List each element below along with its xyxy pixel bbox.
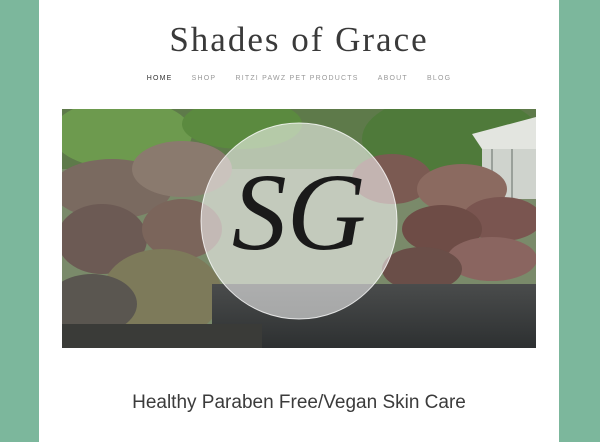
nav-item-home[interactable]: HOME	[147, 75, 173, 82]
logo-monogram: SG	[232, 151, 366, 273]
hero-image: SG	[62, 109, 536, 348]
nav-item-about[interactable]: ABOUT	[378, 75, 408, 82]
site-title[interactable]: Shades of Grace	[39, 20, 559, 60]
main-nav: HOME SHOP RITZI PAWZ PET PRODUCTS ABOUT …	[39, 75, 559, 82]
nav-item-shop[interactable]: SHOP	[192, 75, 217, 82]
nav-item-ritzi-pawz[interactable]: RITZI PAWZ PET PRODUCTS	[235, 75, 358, 82]
nav-item-blog[interactable]: BLOG	[427, 75, 451, 82]
page-container: Shades of Grace HOME SHOP RITZI PAWZ PET…	[39, 0, 559, 442]
hero-banner: SG	[62, 109, 536, 348]
tagline: Healthy Paraben Free/Vegan Skin Care	[132, 392, 466, 413]
